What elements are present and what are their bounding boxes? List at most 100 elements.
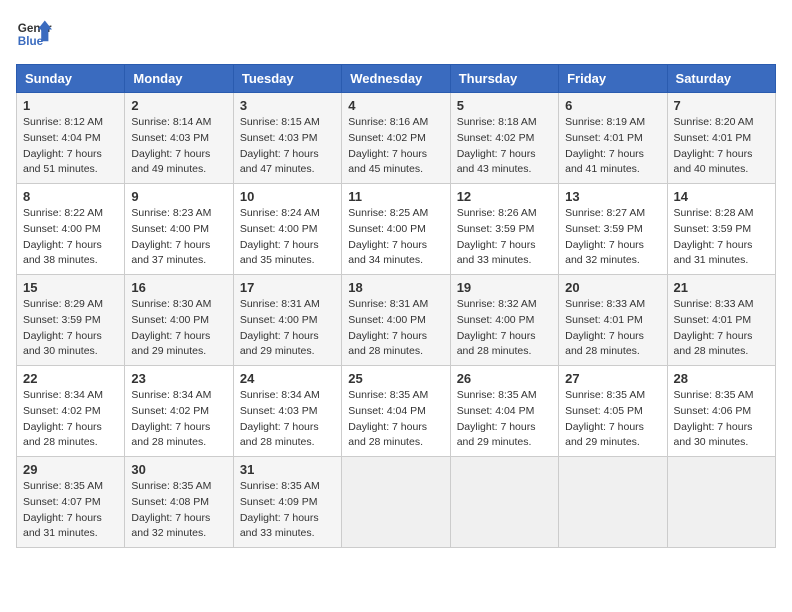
daylight-label: Daylight: 7 hours and 45 minutes. (348, 148, 427, 176)
daylight-label: Daylight: 7 hours and 40 minutes. (674, 148, 753, 176)
sunset-label: Sunset: 3:59 PM (565, 223, 643, 235)
day-number: 4 (348, 98, 443, 113)
daylight-label: Daylight: 7 hours and 28 minutes. (23, 421, 102, 449)
logo: General Blue (16, 16, 52, 52)
calendar-day-cell: 25 Sunrise: 8:35 AM Sunset: 4:04 PM Dayl… (342, 366, 450, 457)
sunset-label: Sunset: 3:59 PM (23, 314, 101, 326)
daylight-label: Daylight: 7 hours and 30 minutes. (23, 330, 102, 358)
sunset-label: Sunset: 4:04 PM (23, 132, 101, 144)
day-number: 25 (348, 371, 443, 386)
sunrise-label: Sunrise: 8:34 AM (240, 389, 320, 401)
calendar-day-cell: 22 Sunrise: 8:34 AM Sunset: 4:02 PM Dayl… (17, 366, 125, 457)
day-number: 28 (674, 371, 769, 386)
day-number: 19 (457, 280, 552, 295)
calendar-week-row: 1 Sunrise: 8:12 AM Sunset: 4:04 PM Dayli… (17, 93, 776, 184)
day-number: 11 (348, 189, 443, 204)
sunrise-label: Sunrise: 8:27 AM (565, 207, 645, 219)
sunset-label: Sunset: 4:00 PM (23, 223, 101, 235)
calendar-day-cell: 16 Sunrise: 8:30 AM Sunset: 4:00 PM Dayl… (125, 275, 233, 366)
page-header: General Blue (16, 16, 776, 52)
day-info: Sunrise: 8:35 AM Sunset: 4:08 PM Dayligh… (131, 479, 226, 542)
day-info: Sunrise: 8:25 AM Sunset: 4:00 PM Dayligh… (348, 206, 443, 269)
sunset-label: Sunset: 4:08 PM (131, 496, 209, 508)
day-info: Sunrise: 8:31 AM Sunset: 4:00 PM Dayligh… (348, 297, 443, 360)
day-info: Sunrise: 8:35 AM Sunset: 4:04 PM Dayligh… (348, 388, 443, 451)
sunrise-label: Sunrise: 8:18 AM (457, 116, 537, 128)
calendar-day-cell: 4 Sunrise: 8:16 AM Sunset: 4:02 PM Dayli… (342, 93, 450, 184)
calendar-day-cell: 27 Sunrise: 8:35 AM Sunset: 4:05 PM Dayl… (559, 366, 667, 457)
sunset-label: Sunset: 4:03 PM (240, 132, 318, 144)
day-info: Sunrise: 8:35 AM Sunset: 4:05 PM Dayligh… (565, 388, 660, 451)
day-number: 31 (240, 462, 335, 477)
day-number: 1 (23, 98, 118, 113)
day-number: 27 (565, 371, 660, 386)
sunrise-label: Sunrise: 8:35 AM (23, 480, 103, 492)
sunrise-label: Sunrise: 8:15 AM (240, 116, 320, 128)
day-info: Sunrise: 8:34 AM Sunset: 4:02 PM Dayligh… (131, 388, 226, 451)
daylight-label: Daylight: 7 hours and 43 minutes. (457, 148, 536, 176)
day-number: 18 (348, 280, 443, 295)
sunset-label: Sunset: 4:00 PM (131, 223, 209, 235)
sunrise-label: Sunrise: 8:35 AM (457, 389, 537, 401)
day-info: Sunrise: 8:14 AM Sunset: 4:03 PM Dayligh… (131, 115, 226, 178)
sunrise-label: Sunrise: 8:34 AM (23, 389, 103, 401)
sunrise-label: Sunrise: 8:30 AM (131, 298, 211, 310)
sunrise-label: Sunrise: 8:25 AM (348, 207, 428, 219)
sunrise-label: Sunrise: 8:12 AM (23, 116, 103, 128)
empty-cell (450, 457, 558, 548)
daylight-label: Daylight: 7 hours and 30 minutes. (674, 421, 753, 449)
day-number: 15 (23, 280, 118, 295)
sunrise-label: Sunrise: 8:31 AM (348, 298, 428, 310)
sunset-label: Sunset: 4:00 PM (348, 223, 426, 235)
day-info: Sunrise: 8:24 AM Sunset: 4:00 PM Dayligh… (240, 206, 335, 269)
day-info: Sunrise: 8:35 AM Sunset: 4:09 PM Dayligh… (240, 479, 335, 542)
calendar-day-cell: 15 Sunrise: 8:29 AM Sunset: 3:59 PM Dayl… (17, 275, 125, 366)
day-info: Sunrise: 8:15 AM Sunset: 4:03 PM Dayligh… (240, 115, 335, 178)
sunset-label: Sunset: 4:02 PM (23, 405, 101, 417)
calendar-day-cell: 19 Sunrise: 8:32 AM Sunset: 4:00 PM Dayl… (450, 275, 558, 366)
sunrise-label: Sunrise: 8:14 AM (131, 116, 211, 128)
sunset-label: Sunset: 4:01 PM (674, 314, 752, 326)
day-number: 26 (457, 371, 552, 386)
sunset-label: Sunset: 4:06 PM (674, 405, 752, 417)
day-number: 7 (674, 98, 769, 113)
empty-cell (342, 457, 450, 548)
calendar-day-cell: 6 Sunrise: 8:19 AM Sunset: 4:01 PM Dayli… (559, 93, 667, 184)
daylight-label: Daylight: 7 hours and 28 minutes. (674, 330, 753, 358)
day-number: 17 (240, 280, 335, 295)
sunrise-label: Sunrise: 8:23 AM (131, 207, 211, 219)
daylight-label: Daylight: 7 hours and 28 minutes. (457, 330, 536, 358)
daylight-label: Daylight: 7 hours and 51 minutes. (23, 148, 102, 176)
calendar-day-cell: 28 Sunrise: 8:35 AM Sunset: 4:06 PM Dayl… (667, 366, 775, 457)
sunrise-label: Sunrise: 8:35 AM (240, 480, 320, 492)
daylight-label: Daylight: 7 hours and 29 minutes. (131, 330, 210, 358)
daylight-label: Daylight: 7 hours and 32 minutes. (565, 239, 644, 267)
day-info: Sunrise: 8:26 AM Sunset: 3:59 PM Dayligh… (457, 206, 552, 269)
daylight-label: Daylight: 7 hours and 49 minutes. (131, 148, 210, 176)
daylight-label: Daylight: 7 hours and 37 minutes. (131, 239, 210, 267)
daylight-label: Daylight: 7 hours and 47 minutes. (240, 148, 319, 176)
sunset-label: Sunset: 4:00 PM (240, 314, 318, 326)
day-info: Sunrise: 8:32 AM Sunset: 4:00 PM Dayligh… (457, 297, 552, 360)
daylight-label: Daylight: 7 hours and 33 minutes. (457, 239, 536, 267)
empty-cell (559, 457, 667, 548)
sunrise-label: Sunrise: 8:24 AM (240, 207, 320, 219)
day-info: Sunrise: 8:18 AM Sunset: 4:02 PM Dayligh… (457, 115, 552, 178)
day-info: Sunrise: 8:33 AM Sunset: 4:01 PM Dayligh… (565, 297, 660, 360)
day-info: Sunrise: 8:31 AM Sunset: 4:00 PM Dayligh… (240, 297, 335, 360)
sunrise-label: Sunrise: 8:35 AM (131, 480, 211, 492)
sunset-label: Sunset: 4:04 PM (457, 405, 535, 417)
calendar-day-cell: 14 Sunrise: 8:28 AM Sunset: 3:59 PM Dayl… (667, 184, 775, 275)
sunset-label: Sunset: 4:00 PM (457, 314, 535, 326)
calendar-day-cell: 1 Sunrise: 8:12 AM Sunset: 4:04 PM Dayli… (17, 93, 125, 184)
calendar-day-cell: 8 Sunrise: 8:22 AM Sunset: 4:00 PM Dayli… (17, 184, 125, 275)
sunset-label: Sunset: 4:01 PM (565, 314, 643, 326)
daylight-label: Daylight: 7 hours and 31 minutes. (23, 512, 102, 540)
sunrise-label: Sunrise: 8:35 AM (348, 389, 428, 401)
day-number: 14 (674, 189, 769, 204)
day-number: 30 (131, 462, 226, 477)
day-number: 12 (457, 189, 552, 204)
calendar-day-cell: 21 Sunrise: 8:33 AM Sunset: 4:01 PM Dayl… (667, 275, 775, 366)
day-info: Sunrise: 8:23 AM Sunset: 4:00 PM Dayligh… (131, 206, 226, 269)
day-number: 2 (131, 98, 226, 113)
